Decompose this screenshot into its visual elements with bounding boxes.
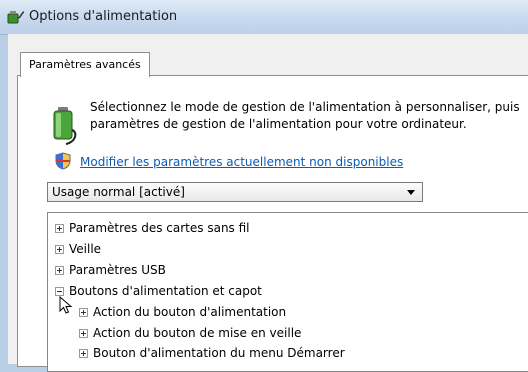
plan-select[interactable]: Usage normal [activé] (47, 182, 423, 202)
expand-plus-icon[interactable] (79, 308, 88, 317)
plan-select-value: Usage normal [activé] (52, 185, 185, 199)
shield-icon (55, 152, 71, 170)
description: Sélectionnez le mode de gestion de l'ali… (90, 99, 528, 133)
chevron-down-icon[interactable] (407, 190, 415, 195)
description-line-1: Sélectionnez le mode de gestion de l'ali… (90, 100, 520, 114)
expand-plus-icon[interactable] (79, 349, 88, 358)
expand-plus-icon[interactable] (55, 224, 64, 233)
collapse-minus-icon[interactable] (55, 287, 64, 296)
change-unavailable-settings-link[interactable]: Modifier les paramètres actuellement non… (80, 155, 403, 169)
description-line-2: paramètres de gestion de l'alimentation … (90, 117, 467, 131)
power-options-icon (7, 11, 25, 24)
window-title: Options d'alimentation (29, 9, 178, 24)
title-bar[interactable]: Options d'alimentation (0, 0, 528, 35)
expand-plus-icon[interactable] (55, 245, 64, 254)
expand-plus-icon[interactable] (79, 329, 88, 338)
mouse-cursor-icon (59, 296, 73, 314)
tab-parametres-avances[interactable]: Paramètres avancés (20, 52, 150, 77)
battery-icon (53, 107, 77, 145)
expand-plus-icon[interactable] (55, 266, 64, 275)
